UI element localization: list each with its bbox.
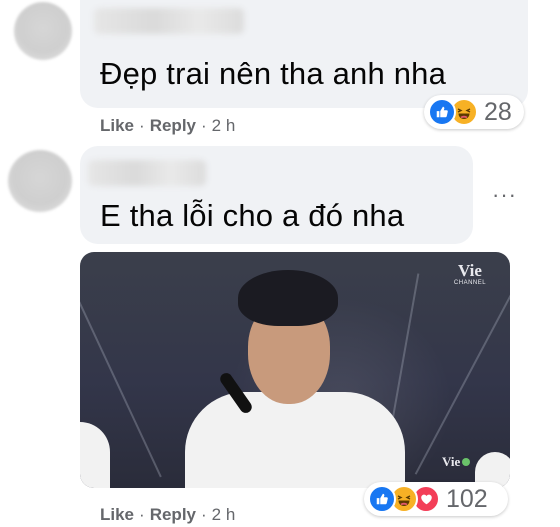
reaction-count-1: 28 (484, 97, 512, 126)
like-link-2[interactable]: Like (100, 505, 134, 524)
comment-text-1: Đẹp trai nên tha anh nha (100, 56, 447, 91)
more-options-button[interactable]: ··· (492, 182, 517, 208)
stage-light-beam (414, 265, 510, 475)
separator: · (201, 116, 207, 135)
commenter-name-blurred-1[interactable] (94, 8, 244, 34)
comment-text-2: E tha lỗi cho a đó nha (100, 198, 405, 233)
separator: · (139, 505, 145, 524)
channel-logo-bottom: Vie (442, 454, 471, 470)
commenter-avatar-1[interactable] (14, 2, 72, 60)
like-icon (428, 98, 456, 126)
separator: · (201, 505, 207, 524)
commenter-avatar-2[interactable] (8, 150, 72, 212)
commenter-name-blurred-2[interactable] (88, 160, 206, 186)
reaction-summary-1[interactable]: 28 (424, 95, 524, 129)
reaction-summary-2[interactable]: 102 (364, 482, 508, 516)
reaction-count-2: 102 (446, 484, 488, 513)
comment-actions-1: Like · Reply · 2 h (100, 116, 235, 136)
background-person (80, 422, 110, 488)
channel-logo-top: Vie CHANNEL (453, 261, 487, 287)
timestamp-2[interactable]: 2 h (212, 505, 236, 524)
separator: · (139, 116, 145, 135)
reply-link-1[interactable]: Reply (150, 116, 196, 135)
performer-shirt (185, 392, 405, 488)
like-link-1[interactable]: Like (100, 116, 134, 135)
reply-link-2[interactable]: Reply (150, 505, 196, 524)
like-icon (368, 485, 396, 513)
performer-hair (238, 270, 338, 326)
timestamp-1[interactable]: 2 h (212, 116, 236, 135)
comment-actions-2: Like · Reply · 2 h (100, 505, 235, 525)
comment-photo[interactable]: Vie CHANNEL Vie (80, 252, 510, 488)
